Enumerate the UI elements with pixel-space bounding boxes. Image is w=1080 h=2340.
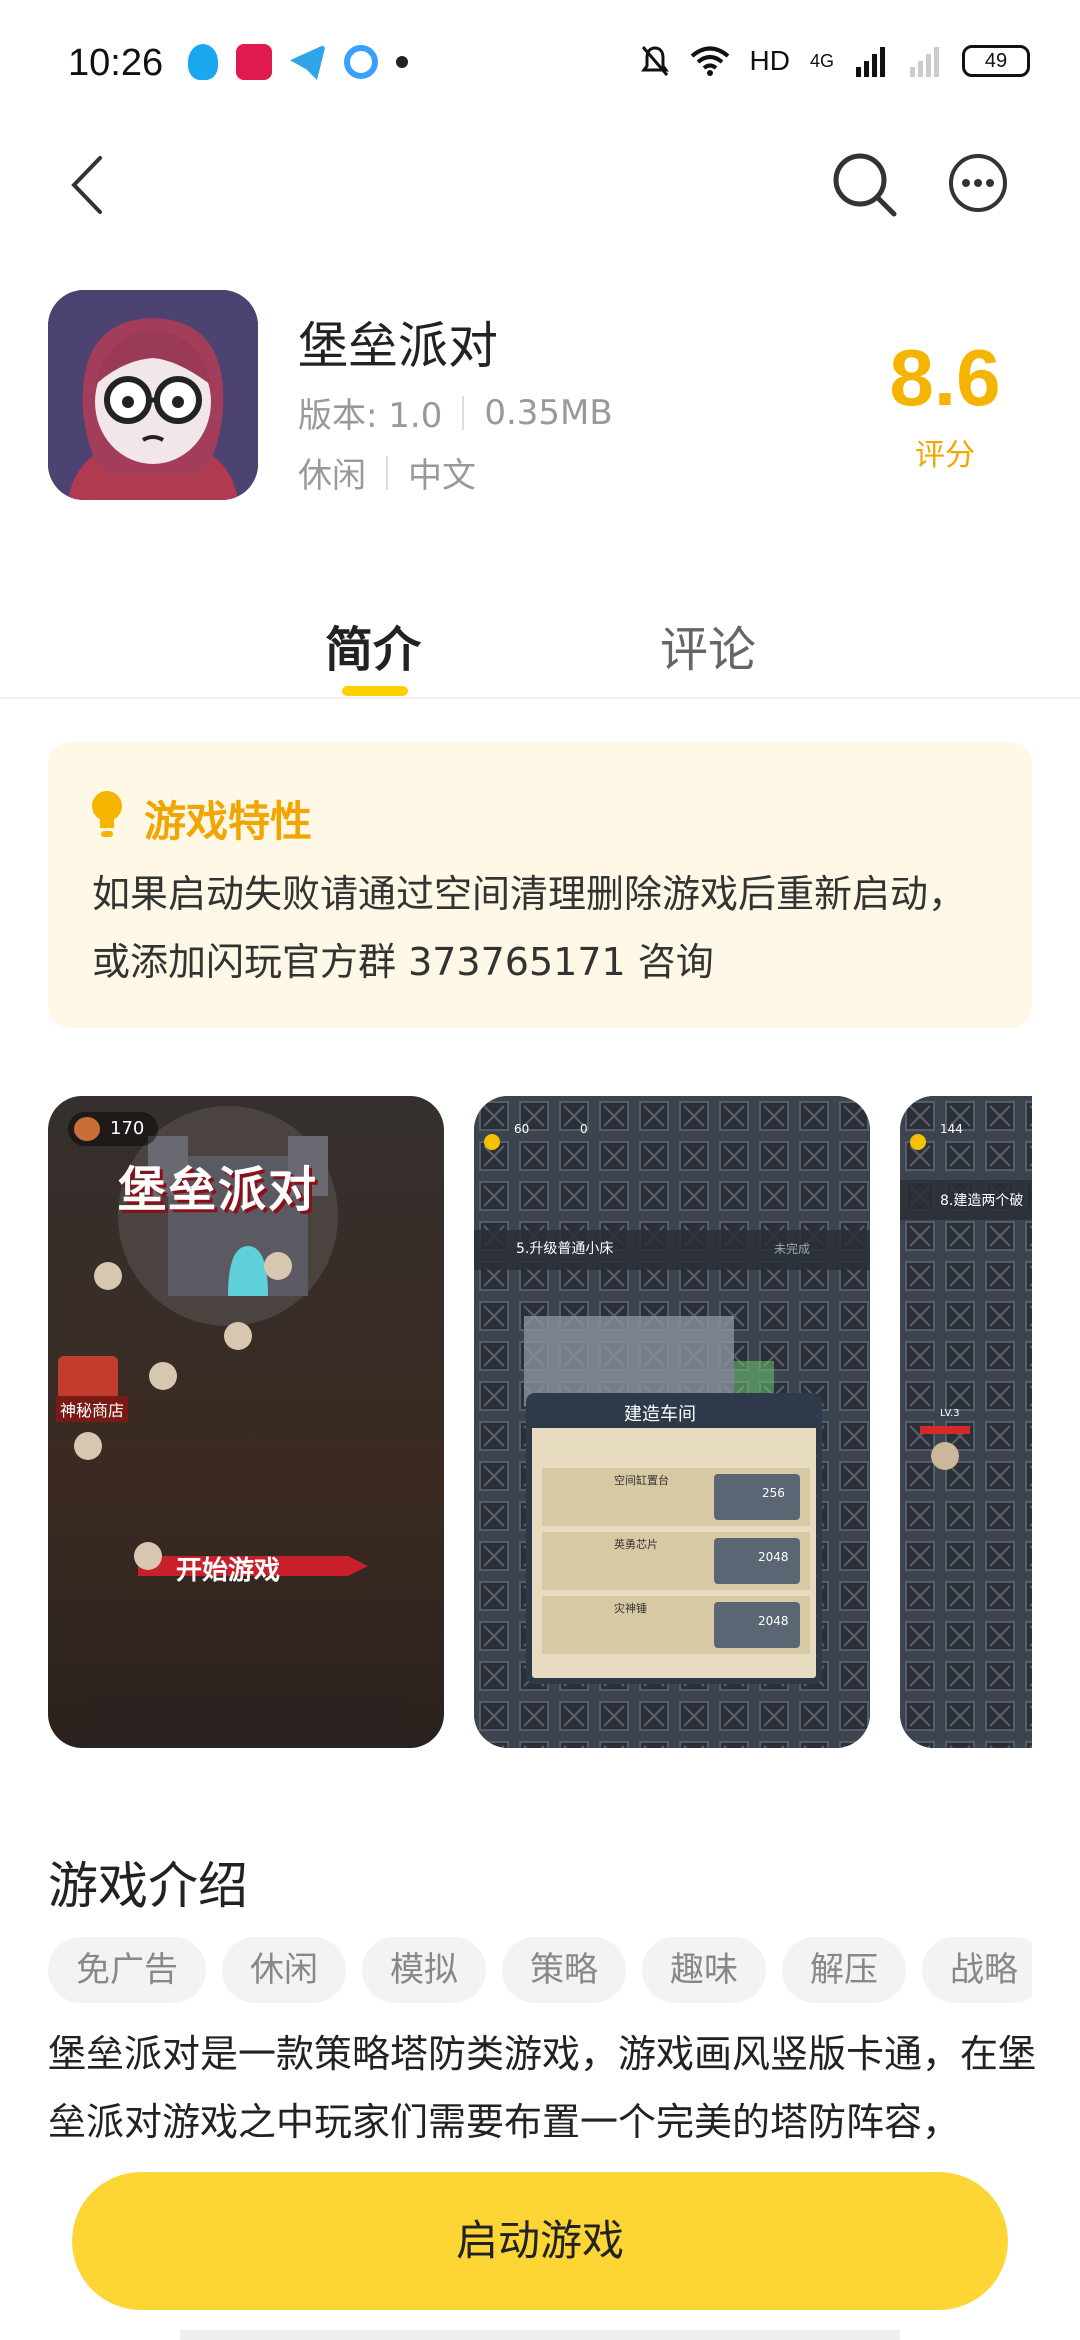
item-cost: 2048 [758, 1614, 789, 1628]
coin-counter: 170 [68, 1112, 159, 1146]
back-icon [71, 156, 102, 214]
screenshot-gallery[interactable]: 170 堡垒派对 神秘商店 开始游戏 60 0 5.升级普通小床 未完成 建造车… [48, 1096, 1032, 1748]
app-language: 中文 [408, 456, 476, 496]
back-button[interactable] [60, 150, 120, 220]
divider [0, 697, 1080, 699]
features-text: 如果启动失败请通过空间清理删除游戏后重新启动，或添加闪玩官方群 37376517… [92, 872, 967, 984]
game-description: 堡垒派对是一款策略塔防类游戏，游戏画风竖版卡通，在堡垒派对游戏之中玩家们需要布置… [48, 2032, 1037, 2144]
app-size: 0.35MB [484, 392, 613, 433]
signal-2-icon [910, 47, 939, 77]
item-cost: 256 [762, 1486, 785, 1500]
task-label: 8.建造两个破 [940, 1193, 1024, 1209]
search-icon [833, 153, 897, 217]
separator [386, 455, 388, 490]
energy-count: 0 [580, 1122, 588, 1136]
separator [462, 395, 465, 430]
item-name: 灾神锤 [614, 1602, 647, 1615]
tag[interactable]: 趣味 [642, 1937, 766, 2003]
rating-label: 评分 [915, 438, 975, 473]
network-label: HD [749, 45, 790, 76]
more-icon [949, 154, 1007, 212]
tiktok-icon [236, 44, 272, 80]
lightbulb-icon [92, 791, 122, 837]
rating-value: 8.6 [889, 333, 1001, 422]
shop-label: 神秘商店 [56, 1396, 129, 1422]
panel-title: 建造车间 [624, 1404, 696, 1425]
app-version: 版本: 1.0 [298, 396, 443, 436]
coin-count: 60 [514, 1122, 530, 1136]
item-name: 空间缸置台 [614, 1474, 669, 1487]
level-label: LV.3 [940, 1408, 960, 1419]
game-title: 堡垒派对 [118, 1162, 319, 1218]
tag[interactable]: 战略 [922, 1937, 1032, 2003]
tab-indicator [342, 686, 408, 696]
launch-game-button[interactable]: 启动游戏 [72, 2172, 1008, 2310]
coin-count: 144 [940, 1122, 963, 1136]
tag[interactable]: 模拟 [362, 1937, 486, 2003]
features-title: 游戏特性 [144, 797, 313, 846]
item-name: 英勇芯片 [614, 1538, 658, 1551]
tag-list[interactable]: 免广告 休闲 模拟 策略 趣味 解压 战略 [48, 1937, 1032, 2003]
app-name: 堡垒派对 [298, 317, 498, 375]
app-icon [48, 290, 258, 500]
tag[interactable]: 免广告 [48, 1937, 206, 2003]
mute-icon [640, 46, 669, 76]
notification-icons [188, 44, 408, 80]
signal-icon [856, 47, 885, 77]
qq-icon [188, 44, 218, 80]
task-label: 5.升级普通小床 [516, 1241, 614, 1257]
tab-intro[interactable]: 简介 [325, 610, 421, 680]
game-character-icon [48, 290, 258, 500]
start-game-label: 开始游戏 [176, 1556, 281, 1586]
section-title: 游戏介绍 [48, 1857, 248, 1915]
home-indicator [180, 2330, 900, 2340]
app-meta-row-2: 休闲 中文 [298, 448, 476, 497]
screenshot-3[interactable]: 144 8.建造两个破 LV.3 [900, 1096, 1032, 1748]
app-meta-row: 版本: 1.0 0.35MB [298, 388, 613, 437]
signal-label: 4G [809, 50, 834, 71]
qq-browser-icon [344, 45, 378, 79]
more-button[interactable] [947, 152, 1009, 214]
screenshot-1[interactable]: 170 堡垒派对 神秘商店 开始游戏 [48, 1096, 444, 1748]
more-notifications-dot [396, 56, 408, 68]
app-category: 休闲 [298, 456, 366, 496]
coin-count: 170 [110, 1118, 145, 1139]
wifi-icon [690, 46, 729, 76]
item-cost: 2048 [758, 1550, 789, 1564]
tag[interactable]: 休闲 [222, 1937, 346, 2003]
tag[interactable]: 策略 [502, 1937, 626, 2003]
system-icons: HD 4G 49 [640, 44, 1030, 78]
telegram-icon [290, 44, 326, 80]
status-bar: 10:26 HD 4G 49 [0, 0, 1080, 130]
features-card: 游戏特性 如果启动失败请通过空间清理删除游戏后重新启动，或添加闪玩官方群 373… [48, 742, 1032, 1028]
tab-comments[interactable]: 评论 [660, 610, 756, 680]
screenshot-2[interactable]: 60 0 5.升级普通小床 未完成 建造车间 空间缸置台 256 英勇芯片 20… [474, 1096, 870, 1748]
search-button[interactable] [830, 150, 900, 220]
coin-icon [74, 1117, 100, 1141]
task-status: 未完成 [774, 1242, 811, 1256]
battery-indicator: 49 [962, 45, 1030, 77]
status-time: 10:26 [68, 42, 164, 84]
tag[interactable]: 解压 [782, 1937, 906, 2003]
